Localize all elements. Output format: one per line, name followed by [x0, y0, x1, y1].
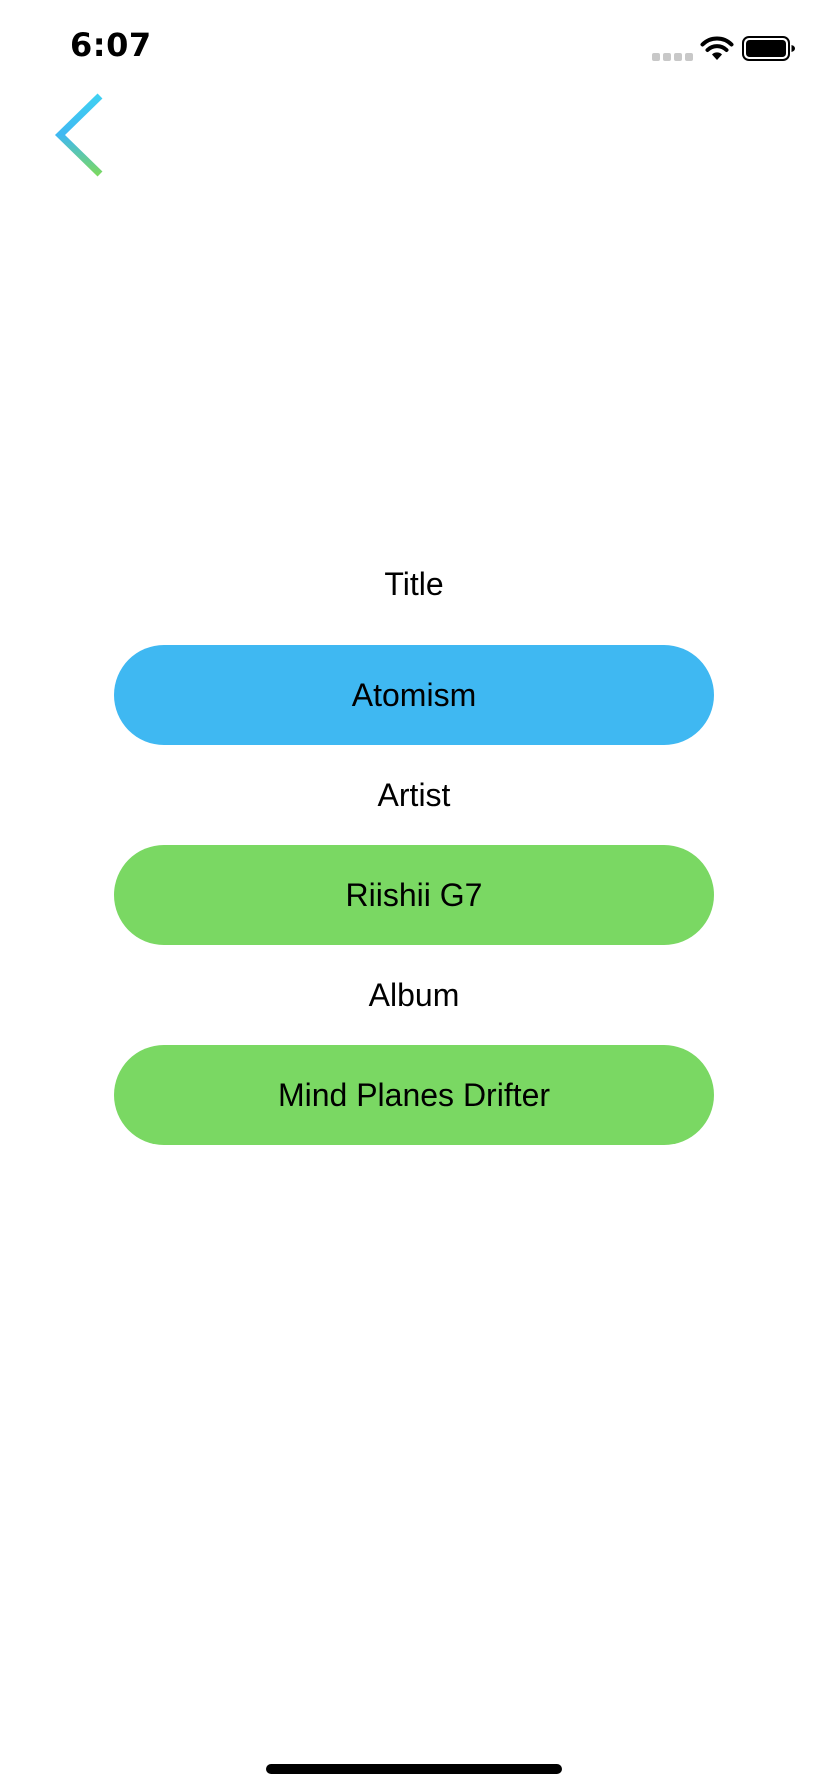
album-value-button[interactable]: Mind Planes Drifter	[114, 1045, 714, 1145]
artist-label: Artist	[377, 777, 451, 813]
song-detail: Title Atomism Artist Riishii G7 Album Mi…	[0, 0, 828, 1792]
title-value-button[interactable]: Atomism	[114, 645, 714, 745]
album-label: Album	[368, 977, 460, 1013]
artist-value-button[interactable]: Riishii G7	[114, 845, 714, 945]
home-indicator	[266, 1764, 562, 1774]
title-label: Title	[384, 566, 444, 602]
